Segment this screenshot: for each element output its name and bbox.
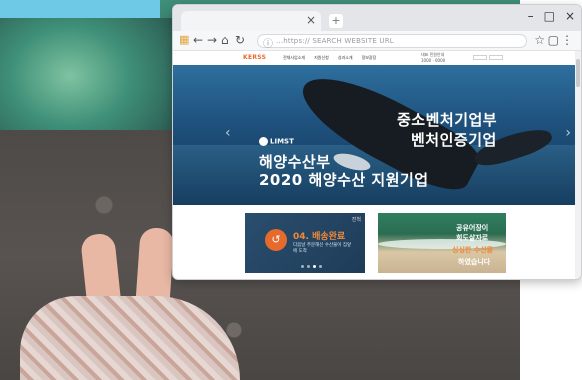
carousel-dot[interactable] bbox=[319, 265, 322, 268]
hero-title-line2: 2020 해양수산 지원기업 bbox=[259, 171, 429, 189]
card-line: 공유어장이 bbox=[456, 224, 489, 232]
card-tag: 진척 bbox=[351, 217, 361, 223]
refresh-icon: ↺ bbox=[265, 229, 287, 251]
back-arrow-icon[interactable]: ← bbox=[193, 33, 203, 47]
card-highlight: 싱싱한 수산물 bbox=[452, 246, 494, 254]
site-logo[interactable]: KERSS bbox=[243, 54, 266, 61]
nav-item[interactable]: 전체사업소개 bbox=[283, 55, 305, 61]
hero-banner: ‹ › LIMST 해양수산부 2020 해양수산 지원기업 중소벤처기업부 벤… bbox=[173, 65, 577, 205]
nav-item[interactable]: 성과소개 bbox=[338, 55, 353, 61]
home-icon[interactable]: ⌂ bbox=[221, 33, 229, 47]
bookmark-star-icon[interactable]: ☆ bbox=[534, 33, 545, 47]
card-line: 회도살자로 bbox=[456, 234, 489, 242]
nav-item[interactable]: 지원신청 bbox=[314, 55, 329, 61]
hero-right-line1: 중소벤처기업부 bbox=[397, 111, 498, 129]
carousel-dot[interactable] bbox=[301, 265, 304, 268]
apps-grid-icon[interactable]: ▦ bbox=[179, 33, 189, 46]
site-nav: 전체사업소개 지원신청 성과소개 정보광장 bbox=[283, 55, 376, 61]
address-bar[interactable]: ⓘ ...https:// SEARCH WEBSITE URL bbox=[257, 34, 527, 50]
carousel-dot[interactable] bbox=[307, 265, 310, 268]
page-scrollbar[interactable] bbox=[575, 51, 581, 279]
url-text: ...https:// SEARCH WEBSITE URL bbox=[276, 37, 394, 45]
prev-slide-icon[interactable]: ‹ bbox=[225, 125, 231, 141]
browser-window: × + – □ × ▦ ← → ⌂ ↻ ⓘ ...https:// SEARCH… bbox=[172, 4, 582, 280]
utility-boxes bbox=[473, 55, 503, 60]
utility-line: 1000 · 0000 bbox=[421, 58, 446, 63]
browser-toolbar: ▦ ← → ⌂ ↻ ⓘ ...https:// SEARCH WEBSITE U… bbox=[173, 31, 581, 51]
browser-titlebar: × + – □ × bbox=[173, 5, 581, 31]
scroll-thumb[interactable] bbox=[576, 59, 580, 87]
nav-item[interactable]: 정보광장 bbox=[362, 55, 377, 61]
card-title: 04. 배송완료 bbox=[293, 232, 346, 242]
utility-info: 대표 민원안내 1000 · 0000 bbox=[421, 52, 445, 64]
shared-fishery-card[interactable]: 공유어장이 회도살자로 싱싱한 수산물 하였습니다 bbox=[378, 213, 506, 273]
reload-icon[interactable]: ↻ bbox=[235, 33, 245, 47]
tab-close-icon[interactable]: × bbox=[306, 13, 316, 27]
card-subtitle: 다음날 주문해신 수산물이 집앞에 도착 bbox=[293, 243, 352, 254]
card-line: 하였습니다 bbox=[458, 258, 491, 266]
hero-right-line2: 벤처인증기업 bbox=[411, 131, 497, 149]
lims-logo-icon bbox=[259, 137, 268, 146]
utility-box[interactable] bbox=[473, 55, 487, 60]
lims-text: LIMST bbox=[270, 137, 294, 146]
site-info-icon[interactable]: ⓘ bbox=[263, 35, 273, 50]
document-icon[interactable]: ▢ bbox=[548, 33, 559, 47]
new-tab-button[interactable]: + bbox=[329, 14, 343, 28]
minimize-button[interactable]: – bbox=[528, 9, 534, 23]
browser-tab[interactable] bbox=[181, 11, 321, 31]
window-controls: – □ × bbox=[528, 9, 575, 23]
forward-arrow-icon[interactable]: → bbox=[207, 33, 217, 47]
carousel-dot-active[interactable] bbox=[313, 265, 316, 268]
restore-button[interactable]: □ bbox=[544, 9, 555, 23]
menu-icon[interactable]: ⋮ bbox=[561, 33, 573, 47]
next-slide-icon[interactable]: › bbox=[565, 125, 571, 141]
site-header: KERSS 전체사업소개 지원신청 성과소개 정보광장 대표 민원안내 1000… bbox=[173, 51, 581, 65]
carousel-dots bbox=[301, 265, 322, 268]
delivery-card[interactable]: 진척 ↺ 04. 배송완료 다음날 주문해신 수산물이 집앞에 도착 bbox=[245, 213, 365, 273]
close-button[interactable]: × bbox=[565, 9, 575, 23]
lims-brand: LIMST bbox=[259, 137, 294, 146]
utility-box[interactable] bbox=[489, 55, 503, 60]
